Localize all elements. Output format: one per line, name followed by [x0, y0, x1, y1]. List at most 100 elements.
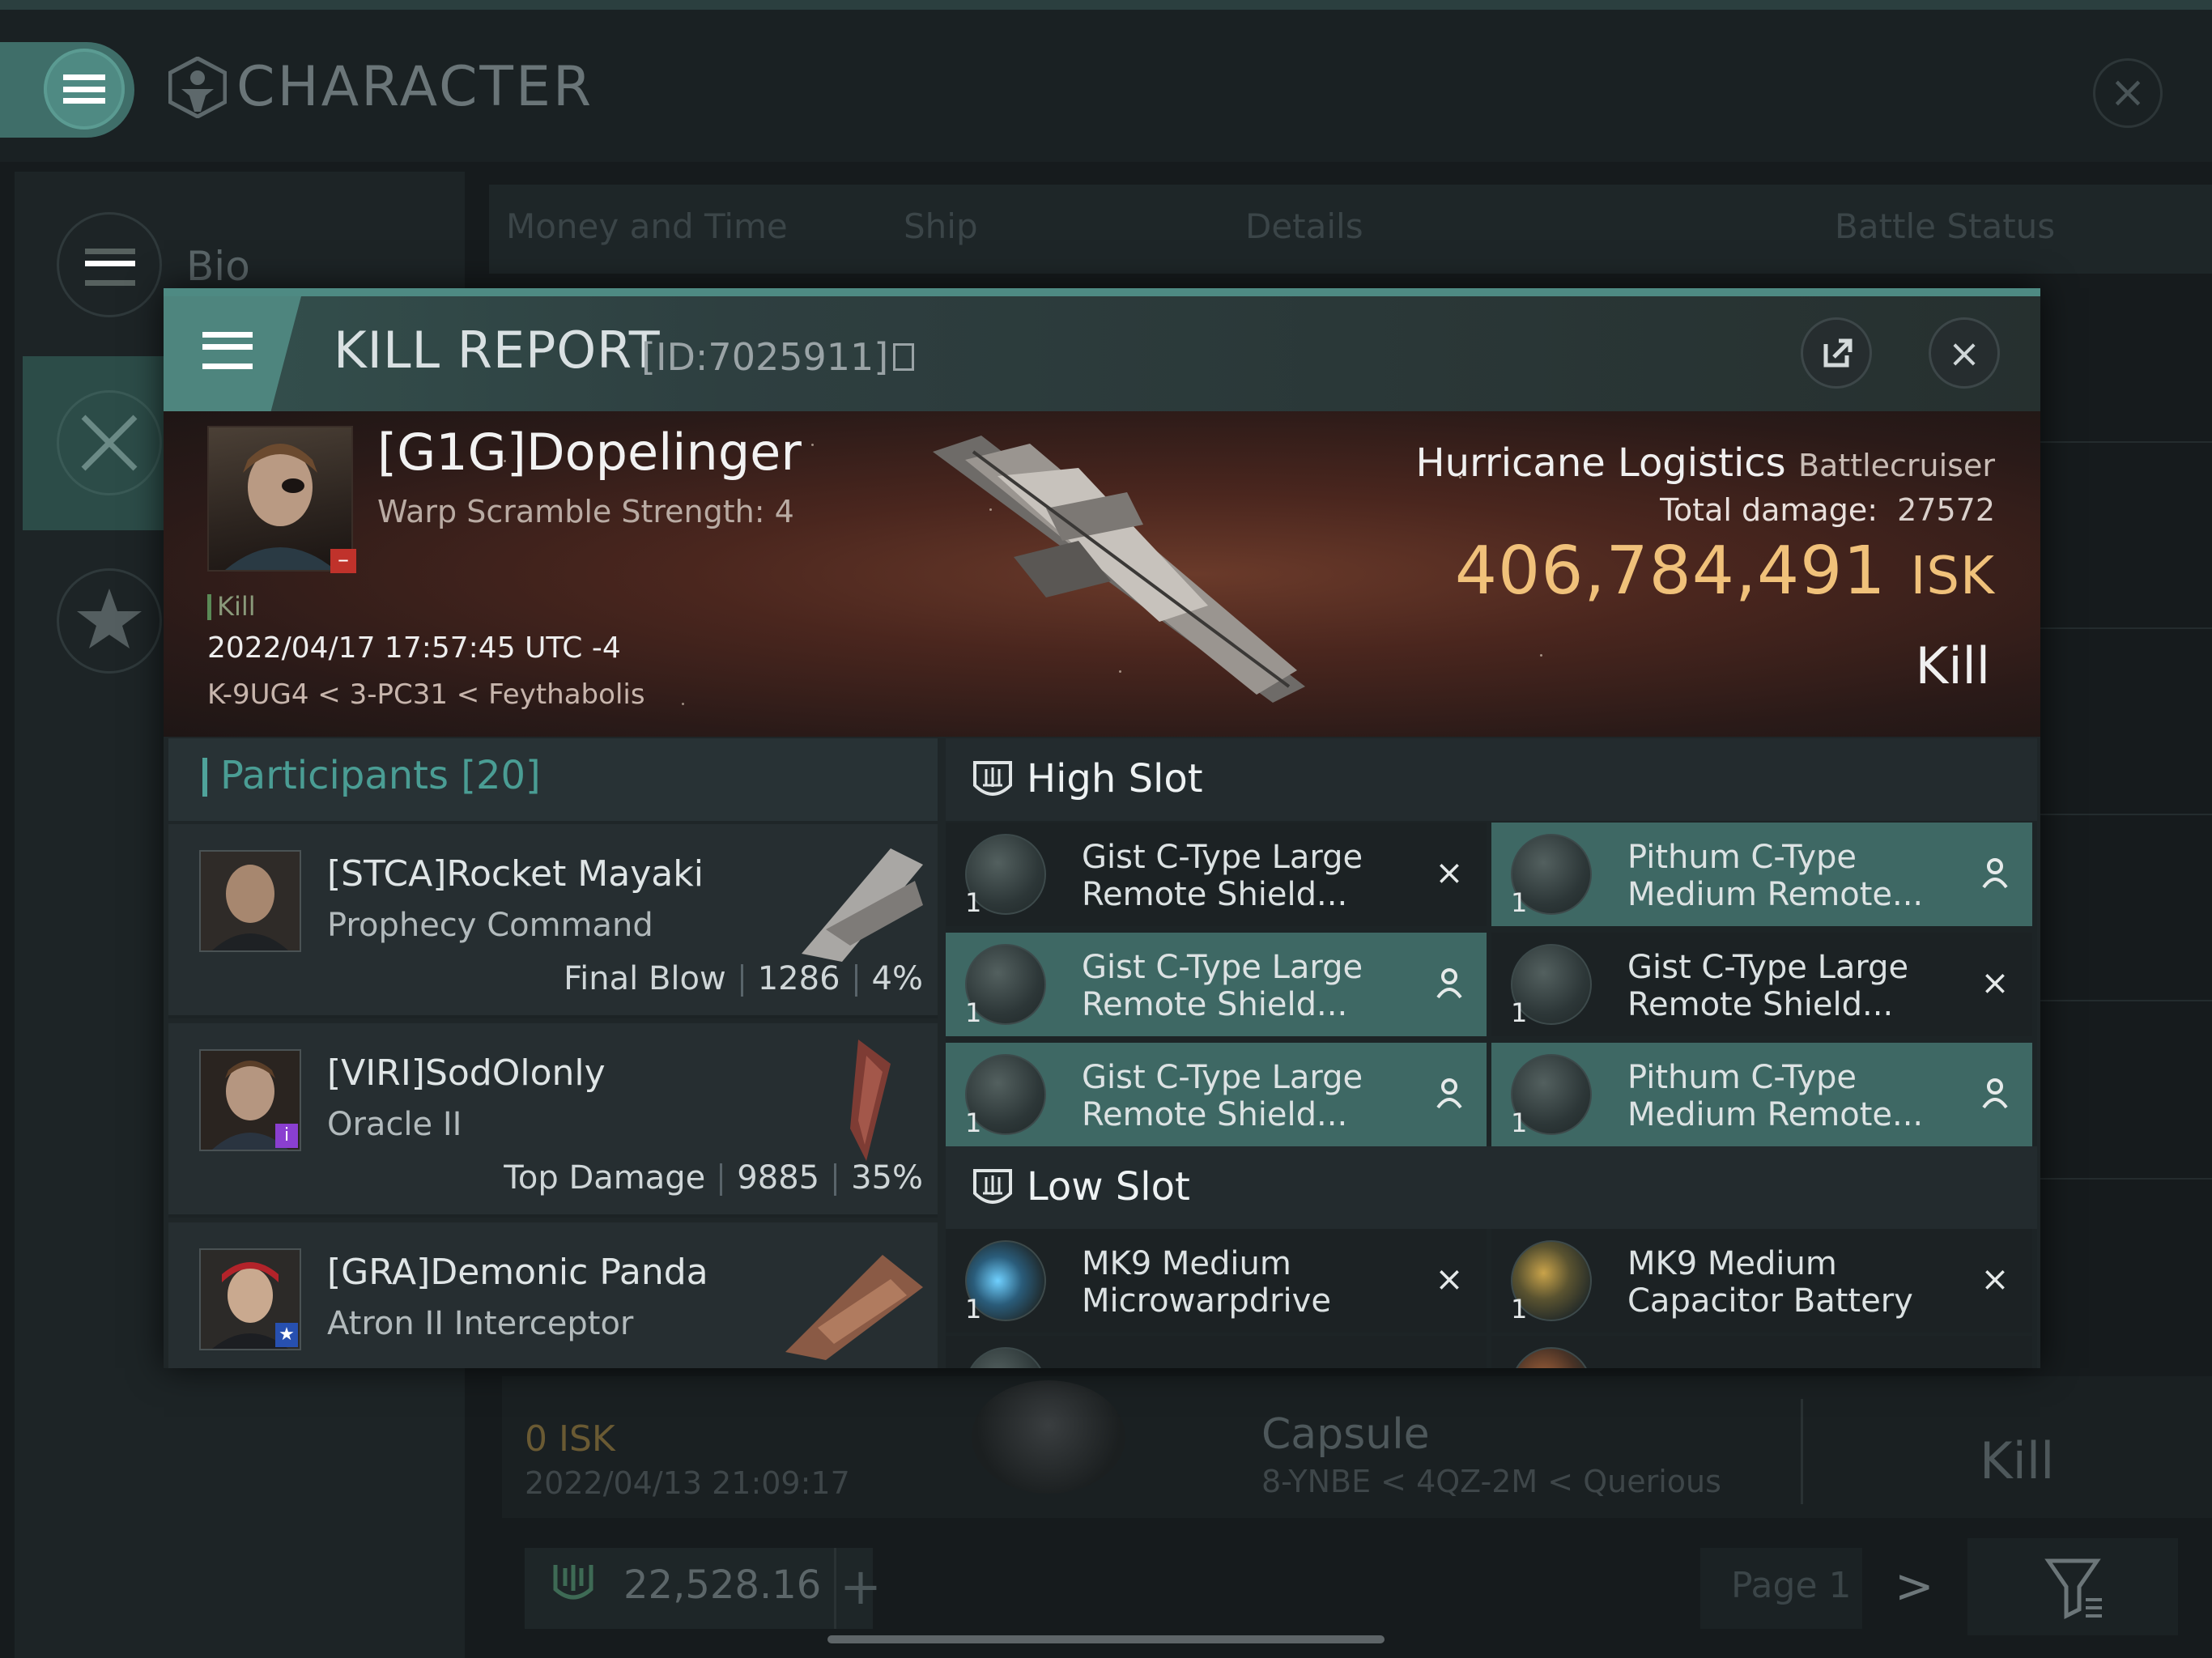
participant-role: Top Damage [504, 1159, 706, 1197]
participant-damage: 9885 [737, 1159, 820, 1197]
divider [2040, 1178, 2212, 1180]
high-slot-label: High Slot [1027, 756, 1203, 801]
participant-portrait: i [199, 1049, 301, 1151]
module-item[interactable]: 1 Gist C-Type Large Remote Shield... × [946, 823, 1487, 926]
divider [2040, 814, 2212, 815]
main-menu-icon [44, 49, 125, 130]
tab-ship[interactable]: Ship [904, 206, 978, 246]
add-funds-button[interactable]: + [834, 1548, 885, 1629]
killmail-location: 8-YNBE < 4QZ-2M < Querious [1261, 1464, 1721, 1499]
character-close-button[interactable]: × [2093, 58, 2163, 128]
module-item[interactable]: 1 Gist C-Type Large Remote Shield... [946, 933, 1487, 1036]
crossed-swords-icon [57, 390, 162, 495]
participant-ship: Atron II Interceptor [327, 1305, 634, 1342]
participant-row[interactable]: i [VIRI]SodOlonly Oracle II Top Damage 98… [168, 1023, 938, 1218]
module-quantity: 1 [1511, 1107, 1528, 1138]
module-item[interactable]: 1 Pithum C-Type Medium Remote... [1491, 1043, 2032, 1146]
module-name: MK9 Medium Microwarpdrive [1082, 1245, 1331, 1320]
participant-ship: Oracle II [327, 1106, 462, 1143]
low-slot-icon [973, 1169, 1012, 1204]
module-item[interactable]: 1 MK9 Medium Microwarpdrive × [946, 1229, 1487, 1333]
kill-report-id-text: [ID:7025911] [641, 335, 889, 379]
ship-class: Battlecruiser [1797, 448, 1995, 483]
participant-row[interactable]: ★ [GRA]Demonic Panda Atron II Intercepto… [168, 1222, 938, 1368]
module-name: MK9 Medium Capacitor Battery [1627, 1245, 1913, 1320]
participant-ship-image [850, 1039, 891, 1161]
dropped-person-icon [1436, 1078, 1462, 1109]
participant-stats: Top Damage 9885 35% [504, 1159, 923, 1197]
star-icon: ★ [275, 1323, 298, 1347]
kill-date: 2022/04/17 17:57:45 UTC -4 [207, 631, 621, 665]
module-quantity: 1 [965, 1294, 982, 1324]
module-name: Gist C-Type Large Remote Shield... [1082, 949, 1363, 1023]
ship-name-text: Hurricane Logistics [1415, 440, 1786, 486]
wallet-icon [553, 1565, 593, 1600]
high-slot-icon [973, 761, 1012, 796]
module-name: Gist C-Type Large Remote Shield... [1082, 839, 1363, 913]
module-item-partial[interactable] [946, 1336, 1487, 1368]
menu-icon [202, 332, 253, 369]
tab-battle-status[interactable]: Battle Status [1835, 206, 2055, 246]
module-quantity: 1 [1511, 1294, 1528, 1324]
page-title: CHARACTER [236, 55, 594, 119]
total-damage-label: Total damage: [1660, 492, 1878, 528]
home-indicator[interactable] [827, 1635, 1385, 1643]
destroyed-icon: × [1980, 1259, 2010, 1299]
sidebar-item-bio[interactable] [57, 212, 162, 317]
module-name: Gist C-Type Large Remote Shield... [1082, 1059, 1363, 1133]
victim-ship-image[interactable] [917, 427, 1338, 719]
participant-name: [STCA]Rocket Mayaki [327, 853, 704, 895]
victim-banner: – [G1G]Dopelinger Warp Scramble Strength… [164, 411, 2040, 737]
total-damage: Total damage: 27572 [1660, 492, 1995, 528]
participant-portrait: ★ [199, 1248, 301, 1350]
module-name: Gist C-Type Large Remote Shield... [1627, 949, 1909, 1023]
divider [2040, 1000, 2212, 1001]
isk-unit: ISK [1910, 546, 1995, 606]
participant-stats: Final Blow 1286 4% [564, 960, 923, 997]
participant-ship-image [785, 1255, 923, 1360]
participant-ship-image [802, 848, 923, 962]
module-icon [965, 1347, 1046, 1368]
victim-ship-name[interactable]: Hurricane Logistics Battlecruiser [1416, 440, 1995, 486]
low-slot-label: Low Slot [1027, 1164, 1190, 1209]
standing-badge: i [275, 1124, 298, 1148]
module-item[interactable]: 1 Gist C-Type Large Remote Shield... × [1491, 933, 2032, 1036]
close-icon: × [2109, 66, 2146, 117]
kill-report-id[interactable]: [ID:7025911] [641, 335, 915, 379]
share-button[interactable] [1801, 317, 1872, 389]
participants-title: Participants [220, 753, 449, 798]
sidebar-item-medals[interactable] [57, 568, 162, 674]
character-icon [168, 57, 227, 118]
star-icon [77, 589, 142, 648]
victim-name[interactable]: [G1G]Dopelinger [377, 423, 802, 482]
module-item[interactable]: 1 Pithum C-Type Medium Remote... [1491, 823, 2032, 926]
killmail-ship: Capsule [1261, 1410, 1430, 1459]
module-quantity: 1 [1511, 887, 1528, 918]
kill-report-modal: KILL REPORT [ID:7025911] × – [G1G]Dopeli… [164, 288, 2040, 1368]
module-icon [1511, 1347, 1592, 1368]
module-item[interactable]: 1 Gist C-Type Large Remote Shield... [946, 1043, 1487, 1146]
copy-icon [893, 343, 915, 371]
isk-amount: 406,784,491 [1454, 533, 1887, 610]
kill-location[interactable]: K-9UG4 < 3-PC31 < Feythabolis [207, 678, 645, 711]
isk-value: 406,784,491 ISK [1455, 533, 1995, 610]
main-menu-button[interactable] [0, 42, 134, 138]
participant-percent: 35% [851, 1159, 923, 1197]
divider [2040, 627, 2212, 629]
module-item-partial[interactable] [1491, 1336, 2032, 1368]
module-name: Pithum C-Type Medium Remote... [1627, 839, 1924, 913]
killmail-result: Kill [1980, 1431, 2055, 1490]
participant-row[interactable]: [STCA]Rocket Mayaki Prophecy Command Fin… [168, 824, 938, 1018]
filter-button[interactable] [1967, 1538, 2178, 1635]
next-page-button[interactable]: > [1895, 1558, 1934, 1613]
module-quantity: 1 [1511, 997, 1528, 1028]
page-label: Page 1 [1731, 1565, 1852, 1606]
kill-report-title: KILL REPORT [334, 321, 661, 380]
module-item[interactable]: 1 MK9 Medium Capacitor Battery × [1491, 1229, 2032, 1333]
tab-money-and-time[interactable]: Money and Time [506, 206, 788, 246]
tab-details[interactable]: Details [1245, 206, 1363, 246]
sidebar-item-bio-label: Bio [186, 243, 250, 290]
kill-report-close-button[interactable]: × [1929, 317, 2000, 389]
destroyed-icon: × [1435, 852, 1464, 892]
total-damage-value: 27572 [1897, 492, 1995, 528]
